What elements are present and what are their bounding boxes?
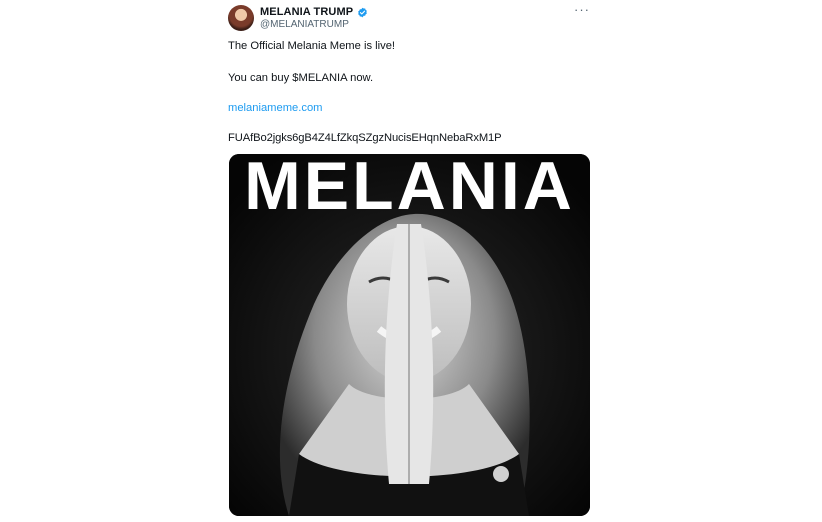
tweet-text-line-1: The Official Melania Meme is live!	[228, 40, 396, 52]
tweet[interactable]: MELANIA TRUMP @MELANIATRUMP ··· The Offi…	[218, 0, 604, 522]
token-address: FUAfBo2jgks6gB4Z4LfZkqSZgzNucisEHqnNebaR…	[228, 132, 502, 144]
tweet-text-line-2: You can buy $MELANIA now.	[228, 72, 374, 84]
tweet-link[interactable]: melaniameme.com	[228, 102, 323, 114]
author-name-row[interactable]: MELANIA TRUMP	[260, 6, 368, 18]
author-name[interactable]: MELANIA TRUMP	[260, 6, 353, 18]
tweet-media-image[interactable]: MELANIA	[229, 154, 590, 516]
verified-badge-icon	[358, 7, 368, 17]
more-options-icon[interactable]: ···	[574, 2, 590, 17]
author-handle[interactable]: @MELANIATRUMP	[260, 19, 349, 30]
media-title-text: MELANIA	[244, 154, 575, 224]
author-avatar[interactable]	[228, 5, 254, 31]
